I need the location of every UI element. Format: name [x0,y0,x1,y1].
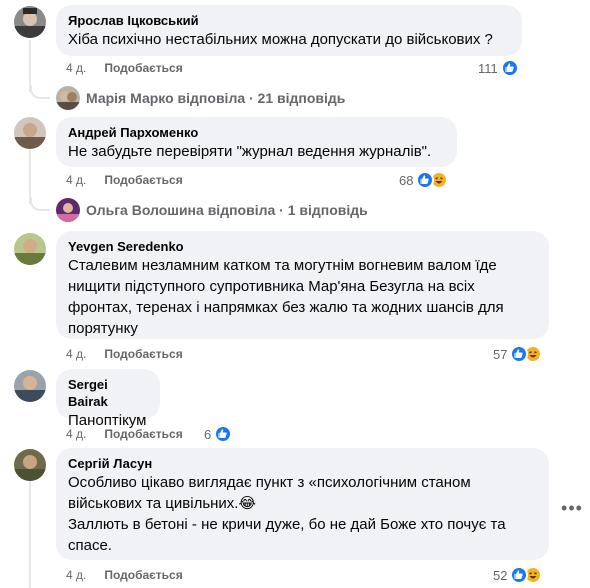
comment-author[interactable]: Сергій Ласун [68,455,537,472]
comment-bubble: Андрей Пархоменко Не забудьте перевіряти… [56,117,457,167]
thread-line [29,150,31,204]
reactions-summary[interactable]: 111 [478,59,519,77]
replies-text: Ольга Волошина відповіла · 1 відповідь [86,202,368,218]
replies-link[interactable]: Ольга Волошина відповіла · 1 відповідь [30,197,368,222]
like-button[interactable]: Подобається [104,172,182,188]
reactions-summary[interactable]: 57 [493,345,543,363]
like-button[interactable]: Подобається [104,60,182,76]
avatar[interactable] [14,233,46,265]
comment-text: Не забудьте перевіряти "журнал ведення ж… [68,143,432,160]
reactions-summary[interactable]: 6 [204,425,233,443]
comment-meta: 4 д. Подобається [66,426,183,442]
comment-author[interactable]: Sergei Bairak [68,376,148,410]
comment-text: Хіба психічно нестабільних можна допуска… [68,31,493,48]
comment-meta: 4 д. Подобається [66,346,183,362]
reaction-count: 68 [399,172,414,188]
reaction-count: 57 [493,346,508,362]
avatar[interactable] [14,449,46,481]
avatar[interactable] [14,370,46,402]
like-button[interactable]: Подобається [104,346,182,362]
comment-time[interactable]: 4 д. [66,567,86,583]
comment-text: Особливо цікаво виглядає пункт з «психол… [68,474,506,554]
like-reaction-icon [214,425,233,443]
like-reaction-icon [510,345,529,363]
reaction-count: 52 [493,567,508,583]
comment-time[interactable]: 4 д. [66,426,86,442]
comment-bubble: Sergei Bairak Паноптікум [56,369,160,429]
comment-author[interactable]: Андрей Пархоменко [68,124,445,141]
replies-link[interactable]: Марія Марко відповіла · 21 відповідь [30,85,346,110]
more-options-icon[interactable]: ••• [561,498,582,518]
comment-author[interactable]: Yevgen Seredenko [68,238,537,255]
like-button[interactable]: Подобається [104,426,182,442]
like-reaction-icon [510,566,529,584]
reply-connector [30,85,50,99]
comment-text: Сталевим незламним катком та могутнім во… [68,257,504,337]
thread-line [29,478,31,588]
comment-meta: 4 д. Подобається [66,60,183,76]
avatar[interactable] [14,117,46,149]
reaction-count: 6 [204,426,212,442]
replies-text: Марія Марко відповіла · 21 відповідь [86,90,346,106]
avatar[interactable] [14,6,46,38]
comment-time[interactable]: 4 д. [66,60,86,76]
avatar [56,86,80,110]
reaction-count: 111 [478,60,498,76]
reactions-summary[interactable]: 68 [399,171,449,189]
comment-time[interactable]: 4 д. [66,172,86,188]
like-reaction-icon [416,171,435,189]
comment-bubble: Ярослав Іцковський Хіба психічно нестабі… [56,5,522,56]
like-button[interactable]: Подобається [104,567,182,583]
comment-time[interactable]: 4 д. [66,346,86,362]
reactions-summary[interactable]: 52 [493,566,543,584]
reply-connector [30,197,50,211]
like-reaction-icon [500,59,519,77]
comment-author[interactable]: Ярослав Іцковський [68,12,510,29]
comment-bubble: Yevgen Seredenko Сталевим незламним катк… [56,231,549,339]
avatar [56,198,80,222]
comment-bubble: Сергій Ласун Особливо цікаво виглядає пу… [56,448,549,560]
comment-meta: 4 д. Подобається [66,172,183,188]
comment-meta: 4 д. Подобається [66,567,183,583]
